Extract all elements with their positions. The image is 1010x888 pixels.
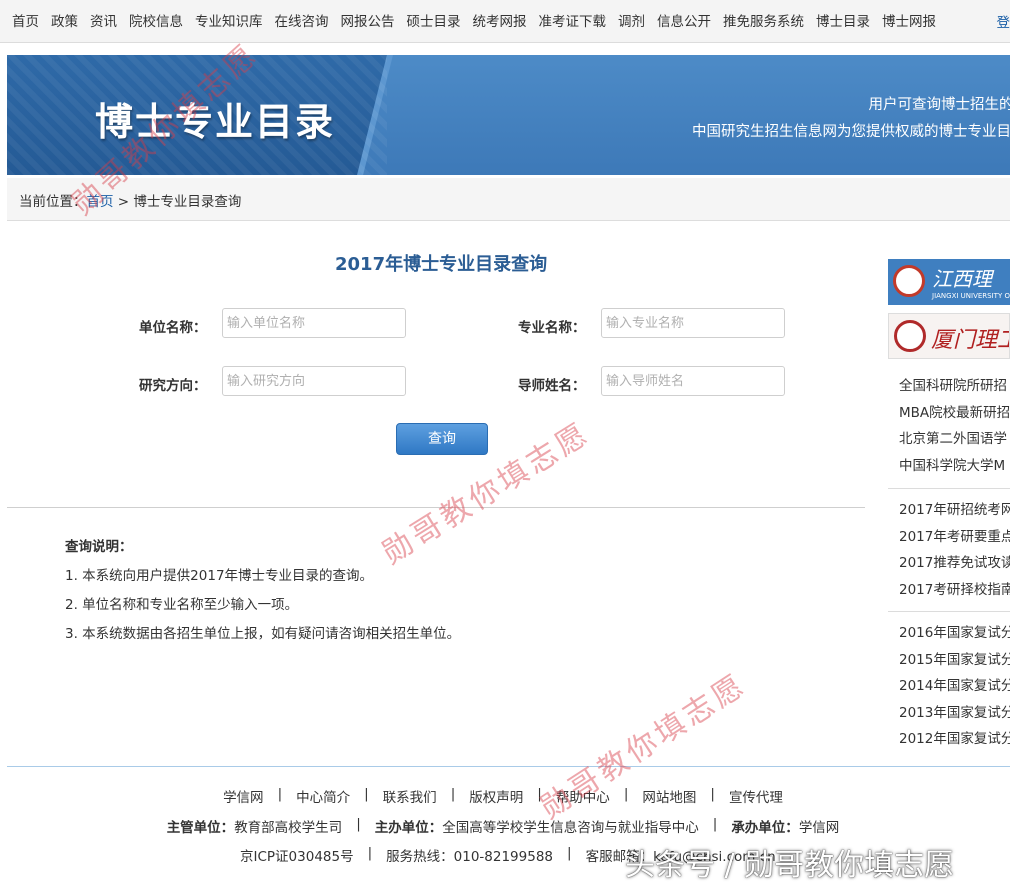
banner-text-line1: 用户可查询博士招生的专: [868, 97, 1010, 113]
supervisor-value: 教育部高校学生司: [234, 820, 343, 836]
university-seal-icon: [894, 320, 926, 352]
sidebar-news-group-3: 2016年国家复试分 2015年国家复试分 2014年国家复试分 2013年国家…: [899, 620, 1010, 753]
major-label: 专业名称：: [518, 320, 586, 336]
footer-link[interactable]: 帮助中心: [556, 786, 610, 806]
footer-separator: |: [623, 786, 629, 802]
footer-link[interactable]: 联系我们: [383, 786, 437, 806]
footer-contact: 京ICP证030485号 | 服务热线：010-82199588 | 客服邮箱：…: [0, 845, 1010, 865]
research-direction-input[interactable]: [222, 366, 406, 396]
footer-links: 学信网 | 中心简介 | 联系我们 | 版权声明 | 帮助中心 | 网站地图 | 宣传代理: [103, 786, 903, 806]
sidebar-news-link[interactable]: 2014年国家复试分: [899, 673, 1010, 700]
notes-title: 查询说明：: [65, 539, 133, 555]
organizer-value: 学信网: [798, 820, 840, 836]
sidebar-news-link[interactable]: 2017考研择校指南: [899, 577, 1010, 604]
footer-separator: |: [450, 786, 456, 802]
top-nav-item[interactable]: 硕士目录: [407, 10, 461, 30]
sidebar-divider: [888, 488, 1010, 489]
sidebar-news-link[interactable]: 全国科研院所研招: [899, 373, 1010, 400]
footer-organizers: 主管单位： 教育部高校学生司 | 主办单位： 全国高等学校学生信息咨询与就业指导中心…: [103, 816, 903, 836]
footer-link[interactable]: 版权声明: [469, 786, 523, 806]
organizer-label: 承办单位：: [731, 820, 799, 836]
sidebar-news-link[interactable]: 北京第二外国语学: [899, 426, 1010, 453]
footer-separator: |: [537, 786, 542, 802]
sidebar-news-link[interactable]: 2013年国家复试分: [899, 700, 1010, 727]
xiamen-university-ad[interactable]: 厦门理工学院: [888, 313, 1010, 359]
top-nav-item[interactable]: 调剂: [618, 10, 645, 30]
content-divider: [7, 507, 865, 508]
login-link[interactable]: 登: [997, 11, 1010, 31]
sidebar-news-link[interactable]: 2015年国家复试分: [899, 647, 1010, 674]
service-hotline: 服务热线：010-82199588: [386, 849, 554, 865]
query-button[interactable]: 查询: [396, 423, 488, 455]
top-nav-item[interactable]: 准考证下载: [539, 10, 607, 30]
breadcrumb-separator: >: [117, 194, 130, 210]
sidebar-divider: [888, 611, 1010, 612]
sidebar-news-link[interactable]: 2012年国家复试分: [899, 726, 1010, 753]
breadcrumb-home-link[interactable]: 首页: [87, 194, 114, 210]
footer-link[interactable]: 网站地图: [642, 786, 696, 806]
banner-title: 博士专业目录: [95, 100, 336, 144]
ad-university-subtitle: JIANGXI UNIVERSITY OF: [932, 292, 1010, 300]
footer-link[interactable]: 中心简介: [296, 786, 350, 806]
breadcrumb-prefix: 当前位置：: [19, 194, 87, 210]
footer-separator: |: [356, 816, 361, 832]
unit-label: 单位名称：: [139, 320, 207, 336]
major-name-input[interactable]: [601, 308, 785, 338]
sidebar-news-link[interactable]: 2017年考研要重点: [899, 524, 1010, 551]
university-seal-icon: [893, 265, 925, 297]
unit-name-input[interactable]: [222, 308, 406, 338]
footer-link[interactable]: 宣传代理: [729, 786, 783, 806]
footer-divider: [7, 766, 1010, 767]
top-nav-item[interactable]: 院校信息: [129, 10, 183, 30]
sidebar-news-link[interactable]: 2017年研招统考网: [899, 497, 1010, 524]
breadcrumb-current: 博士专业目录查询: [133, 194, 242, 210]
footer-separator: |: [364, 786, 369, 802]
banner-text-line2: 中国研究生招生信息网为您提供权威的博士专业目录查: [692, 124, 1010, 140]
top-nav-item[interactable]: 网报公告: [341, 10, 395, 30]
sidebar-news-link[interactable]: 中国科学院大学M: [899, 453, 1010, 480]
top-nav-item[interactable]: 博士目录: [816, 10, 870, 30]
footer-separator: |: [567, 845, 572, 861]
jiangxi-university-ad[interactable]: 江西理 JIANGXI UNIVERSITY OF: [888, 259, 1010, 305]
sidebar-news-link[interactable]: 2016年国家复试分: [899, 620, 1010, 647]
host-label: 主办单位：: [374, 820, 443, 836]
query-notes: 查询说明： 1. 本系统向用户提供2017年博士专业目录的查询。 2. 单位名称…: [65, 535, 460, 651]
sidebar-news-link[interactable]: 2017推荐免试攻读: [899, 550, 1010, 577]
ad-university-name: 厦门理工学院: [931, 328, 1009, 353]
direction-label: 研究方向：: [139, 378, 207, 394]
footer-link[interactable]: 学信网: [223, 786, 264, 806]
sidebar-news-group-1: 全国科研院所研招 MBA院校最新研招 北京第二外国语学 中国科学院大学M: [899, 373, 1010, 479]
top-nav-item[interactable]: 政策: [51, 10, 78, 30]
advisor-label: 导师姓名：: [518, 378, 586, 394]
footer-separator: |: [712, 816, 718, 832]
notes-item: 1. 本系统向用户提供2017年博士专业目录的查询。: [65, 568, 374, 584]
top-nav: 首页 政策 资讯 院校信息 专业知识库 在线咨询 网报公告 硕士目录 统考网报 准考证下载 调剂 信息…: [0, 0, 1010, 43]
breadcrumb: 当前位置：首页 > 博士专业目录查询: [7, 178, 1010, 221]
top-nav-item[interactable]: 在线咨询: [275, 10, 329, 30]
query-title: 2017年博士专业目录查询: [335, 254, 548, 275]
top-nav-item[interactable]: 专业知识库: [195, 10, 263, 30]
top-nav-item[interactable]: 信息公开: [657, 10, 711, 30]
sidebar-news-link[interactable]: MBA院校最新研招: [899, 400, 1010, 427]
footer-separator: |: [710, 786, 715, 802]
ad-university-name: 江西理: [932, 267, 992, 291]
footer-separator: |: [367, 845, 373, 861]
host-value: 全国高等学校学生信息咨询与就业指导中心: [442, 820, 699, 836]
top-nav-list: 首页 政策 资讯 院校信息 专业知识库 在线咨询 网报公告 硕士目录 统考网报 准考证下载 调剂 信息…: [0, 0, 1010, 40]
icp-license-link[interactable]: 京ICP证030485号: [240, 845, 354, 865]
service-email: 客服邮箱：kefu@chsi.com.cn: [585, 849, 776, 865]
notes-item: 2. 单位名称和专业名称至少输入一项。: [65, 597, 299, 613]
top-nav-item[interactable]: 推免服务系统: [723, 10, 804, 30]
footer-separator: |: [277, 786, 283, 802]
top-nav-item[interactable]: 统考网报: [473, 10, 527, 30]
page-banner: 博士专业目录 用户可查询博士招生的专 中国研究生招生信息网为您提供权威的博士专业…: [7, 55, 1010, 175]
top-nav-item[interactable]: 首页: [12, 10, 39, 30]
advisor-name-input[interactable]: [601, 366, 785, 396]
sidebar-news-group-2: 2017年研招统考网 2017年考研要重点 2017推荐免试攻读 2017考研择…: [899, 497, 1010, 603]
top-nav-item[interactable]: 博士网报: [882, 10, 936, 30]
supervisor-label: 主管单位：: [166, 820, 235, 836]
top-nav-item[interactable]: 资讯: [90, 10, 117, 30]
notes-item: 3. 本系统数据由各招生单位上报，如有疑问请咨询相关招生单位。: [65, 626, 461, 642]
